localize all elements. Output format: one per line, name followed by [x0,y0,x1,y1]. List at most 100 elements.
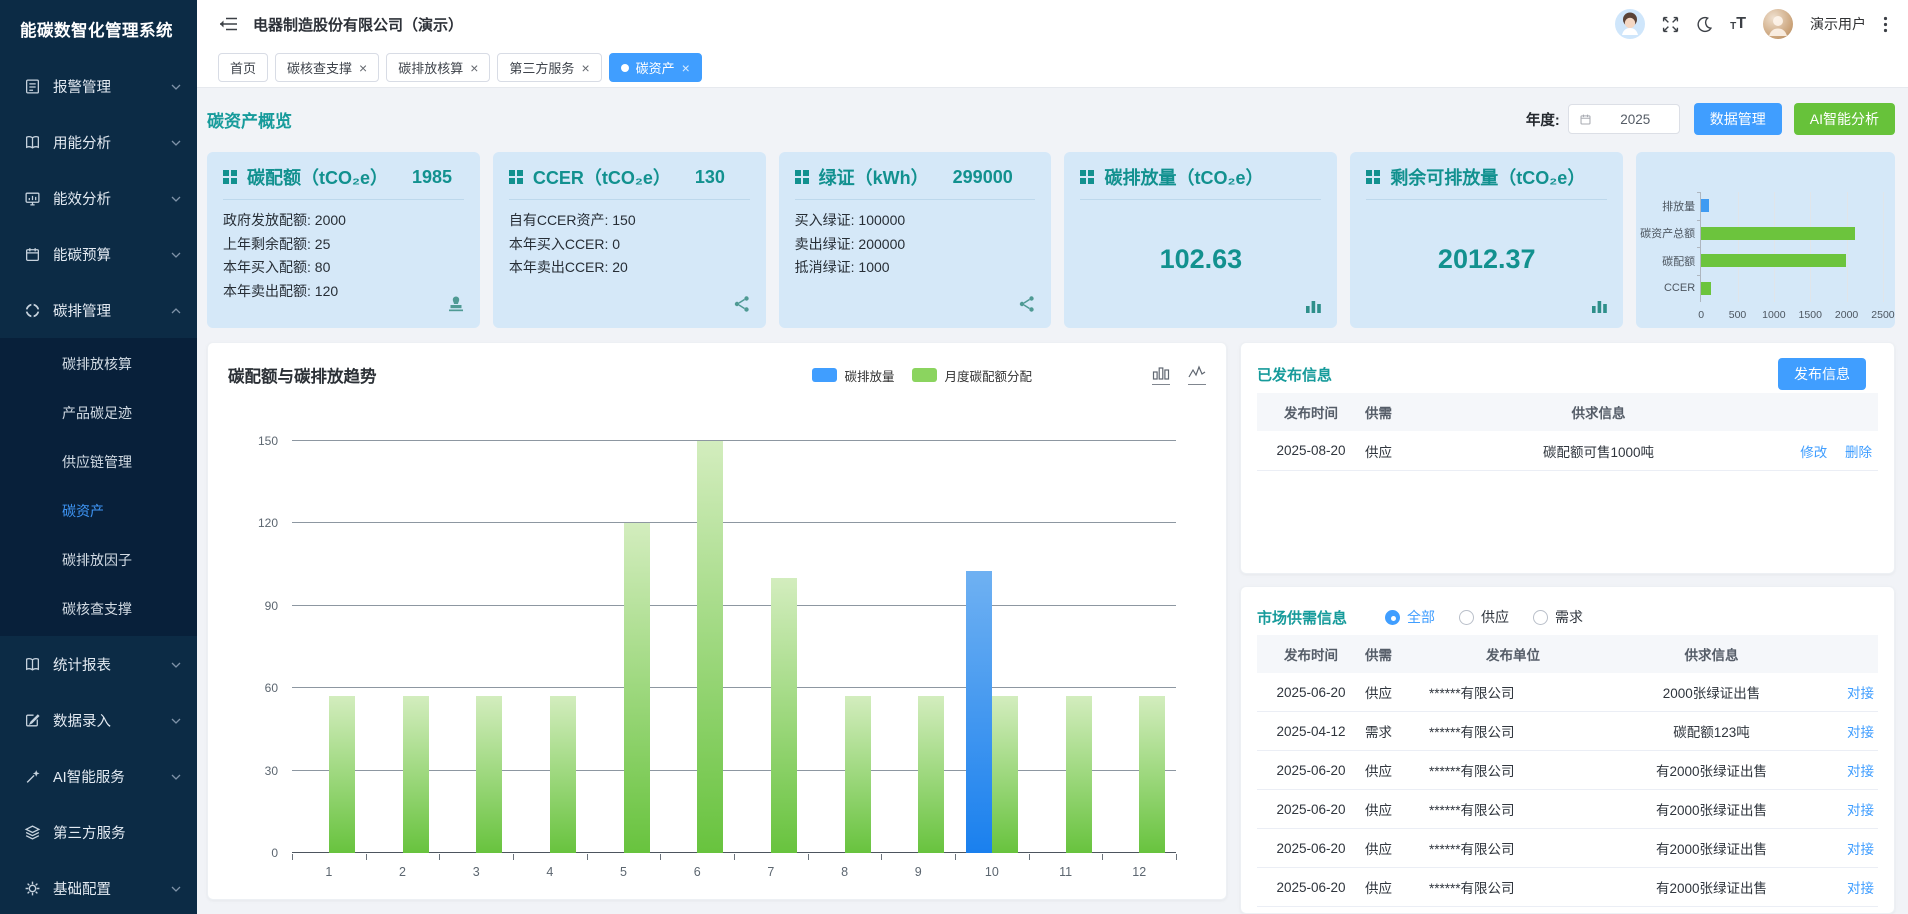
sidebar-item-energy-analysis[interactable]: 用能分析 [0,114,197,170]
mini-bar [1701,254,1845,267]
chevron-down-icon [171,880,181,896]
sidebar-item-settings[interactable]: 基础配置 [0,860,197,914]
legend-emission[interactable]: 碳排放量 [812,366,894,385]
more-icon[interactable] [1883,16,1888,33]
allocation-bar [697,441,723,853]
close-icon[interactable]: × [359,61,367,75]
mini-x-axis-tick: 0 [1698,309,1704,321]
radio-demand[interactable]: 需求 [1533,607,1583,627]
share-icon[interactable] [732,294,752,319]
carbon-manage-icon [24,302,41,319]
card-asset-mini-chart: 05001000150020002500排放量碳资产总额碳配额CCER [1636,152,1895,328]
sidebar-item-third-party[interactable]: 第三方服务 [0,804,197,860]
delete-link[interactable]: 删除 [1845,445,1872,460]
market-filter-radios: 全部 供应 需求 [1385,607,1583,627]
chevron-up-icon [171,302,181,318]
close-icon[interactable]: × [470,61,478,75]
stats-report-icon [24,656,41,673]
card-remaining: 剩余可排放量（tCO₂e） 2012.37 [1350,152,1623,328]
x-axis-label: 10 [955,865,1029,879]
ai-analysis-button[interactable]: AI智能分析 [1794,103,1895,135]
market-row: 2025-06-20 供应 ******有限公司 有2000张绿证出售 对接 [1257,829,1878,868]
edit-link[interactable]: 修改 [1800,445,1827,460]
sidebar-subitem-verification-support[interactable]: 碳核查支撑 [0,585,197,634]
radio-supply[interactable]: 供应 [1459,607,1509,627]
connect-link[interactable]: 对接 [1847,842,1874,857]
line-chart-toggle-icon[interactable] [1188,365,1206,385]
emission-bar [966,571,992,853]
trend-month-band: 4 [513,441,587,853]
card-big-value: 2012.37 [1438,244,1536,275]
sidebar-item-data-entry[interactable]: 数据录入 [0,692,197,748]
assistant-avatar[interactable] [1615,9,1645,39]
chart-type-toggles [1152,365,1206,385]
year-input[interactable]: 2025 [1568,104,1680,134]
sidebar-subitem-supply-chain[interactable]: 供应链管理 [0,438,197,487]
sidebar-item-label: 碳排管理 [53,300,111,321]
connect-link[interactable]: 对接 [1847,764,1874,779]
trend-month-band: 10 [955,441,1029,853]
company-title: 电器制造股份有限公司（演示） [253,14,463,35]
mini-y-tickmark [1697,275,1701,276]
sidebar-item-label: AI智能服务 [53,766,125,787]
publish-button[interactable]: 发布信息 [1778,358,1866,390]
tab-carbon-asset[interactable]: 碳资产× [609,53,702,82]
sidebar-subitem-emission-accounting[interactable]: 碳排放核算 [0,340,197,389]
stamp-icon[interactable] [446,294,466,319]
ai-service-icon [24,768,41,785]
legend-swatch-green [912,368,937,382]
legend-allocation[interactable]: 月度碳配额分配 [912,366,1032,385]
alarm-report-icon [24,78,41,95]
bar-chart-icon[interactable] [1304,296,1323,319]
supply-type: 供应 [1365,441,1429,461]
sidebar-item-stats-report[interactable]: 统计报表 [0,636,197,692]
tab-emission-accounting[interactable]: 碳排放核算× [386,53,490,82]
dark-mode-icon[interactable] [1696,16,1713,33]
grid-icon [509,170,523,184]
connect-link[interactable]: 对接 [1847,725,1874,740]
radio-icon [1533,610,1548,625]
user-avatar[interactable] [1763,9,1793,39]
mini-category-label: 碳资产总额 [1637,225,1695,241]
allocation-bar [1066,696,1092,853]
data-manage-button[interactable]: 数据管理 [1694,103,1782,135]
close-icon[interactable]: × [581,61,589,75]
market-row: 2025-04-12 需求 ******有限公司 碳配额123吨 对接 [1257,712,1878,751]
menu-collapse-icon[interactable] [219,16,238,32]
trend-chart-panel: 碳配额与碳排放趋势 碳排放量 月度碳配额分配 [207,342,1227,900]
trend-chart: 0306090120150123456789101112 [228,401,1206,895]
sidebar-item-carbon-manage[interactable]: 碳排管理 [0,282,197,338]
tab-verification-support[interactable]: 碳核查支撑× [275,53,379,82]
tab-home[interactable]: 首页 [218,53,268,82]
sidebar-item-efficiency[interactable]: 能效分析 [0,170,197,226]
fullscreen-icon[interactable] [1662,16,1679,33]
radio-all[interactable]: 全部 [1385,607,1435,627]
bar-chart-toggle-icon[interactable] [1152,365,1170,385]
sidebar-subitem-product-footprint[interactable]: 产品碳足迹 [0,389,197,438]
sidebar-subitem-carbon-asset[interactable]: 碳资产 [0,487,197,536]
supply-info: 碳配额可售1000吨 [1429,441,1768,461]
sidebar-subitem-emission-factor[interactable]: 碳排放因子 [0,536,197,585]
bar-chart-icon[interactable] [1590,296,1609,319]
connect-link[interactable]: 对接 [1847,881,1874,896]
app-title: 能碳数智化管理系统 [0,0,197,58]
allocation-bar [624,523,650,853]
sidebar-item-alarm[interactable]: 报警管理 [0,58,197,114]
close-icon[interactable]: × [682,61,690,75]
grid-icon [1366,170,1380,184]
mini-category-label: CCER [1637,282,1695,294]
market-row: 2025-06-20 供应 ******有限公司 有2000张绿证出售 对接 [1257,751,1878,790]
tab-third-party[interactable]: 第三方服务× [497,53,601,82]
mini-x-axis-tick: 2500 [1871,309,1894,321]
mini-x-axis-tick: 500 [1729,309,1747,321]
connect-link[interactable]: 对接 [1847,803,1874,818]
market-title: 市场供需信息 [1257,607,1347,628]
connect-link[interactable]: 对接 [1847,686,1874,701]
x-axis-tickmark [734,854,735,860]
sidebar-item-ai-service[interactable]: AI智能服务 [0,748,197,804]
card-ccer: CCER（tCO₂e） 130 自有CCER资产: 150 本年买入CCER: … [493,152,766,328]
sidebar-item-budget[interactable]: 能碳预算 [0,226,197,282]
mini-category-label: 排放量 [1637,198,1695,214]
font-size-icon[interactable]: TT [1730,16,1746,32]
share-icon[interactable] [1017,294,1037,319]
